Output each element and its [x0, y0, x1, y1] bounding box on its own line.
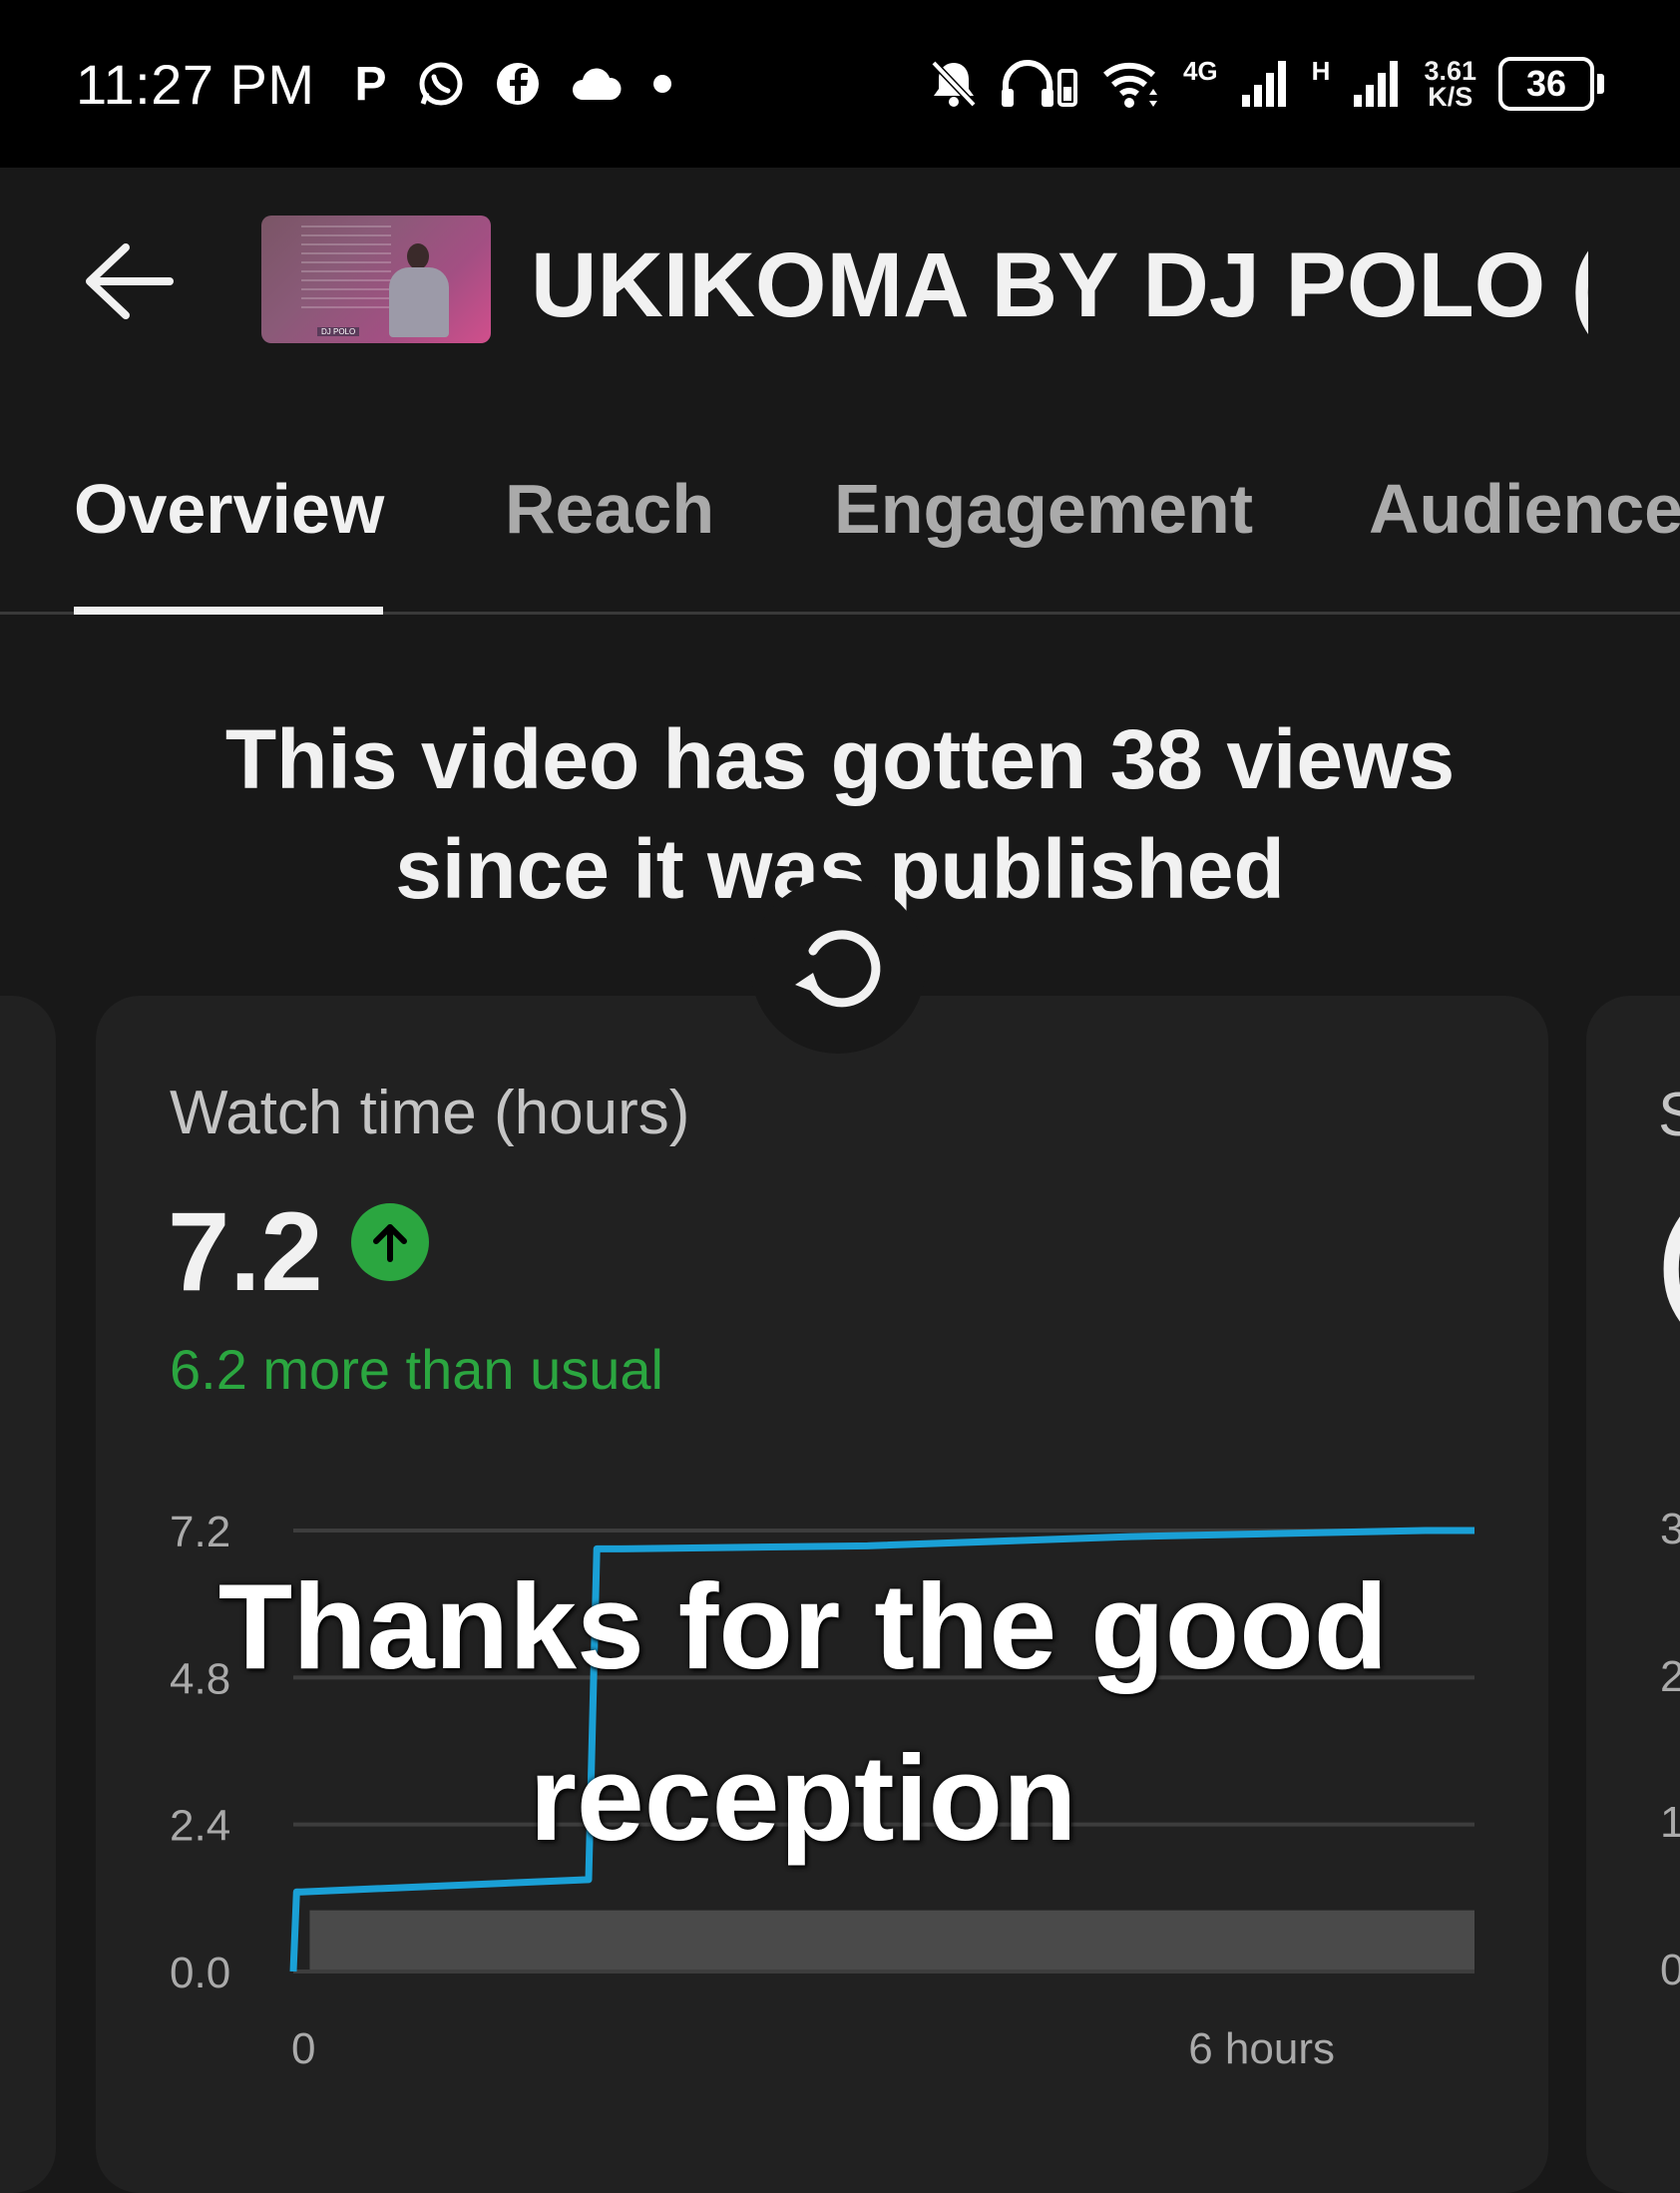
facebook-icon [495, 61, 541, 107]
cloud-icon [571, 66, 623, 102]
trend-up-badge [351, 1203, 429, 1281]
active-tab-indicator [74, 607, 383, 615]
mute-icon [930, 59, 978, 109]
next-card-label: S [1658, 1081, 1680, 1149]
next-card-tick: 3 [1660, 1505, 1680, 1553]
notification-icons: P [355, 57, 672, 112]
back-button[interactable] [82, 241, 174, 321]
refresh-icon [795, 930, 881, 1008]
network-type-1: 4G [1182, 56, 1218, 86]
arrow-up-icon [373, 1224, 407, 1262]
battery-level: 36 [1498, 57, 1594, 111]
battery-tip [1597, 74, 1604, 94]
refresh-button[interactable] [750, 878, 926, 1054]
back-arrow-icon [86, 243, 174, 319]
tab-engagement[interactable]: Engagement [834, 469, 1253, 549]
headphones-icon [1000, 57, 1079, 111]
battery-indicator: 36 [1498, 57, 1604, 111]
next-card-value: ( [1658, 1195, 1680, 1324]
thumbnail-person-body [389, 267, 449, 337]
metric-label: Watch time (hours) [170, 1079, 690, 1147]
metric-value: 7.2 [168, 1189, 323, 1314]
app-header: DJ POLO UKIKOMA BY DJ POLO (... [0, 168, 1680, 395]
network-type-2: H [1311, 56, 1331, 86]
caption-line-2: reception [529, 1730, 1077, 1866]
thumbnail-person [407, 243, 429, 269]
signal-icon [1352, 59, 1402, 109]
next-card-tick: 1 [1660, 1798, 1680, 1847]
thumbnail-text-lines [301, 225, 391, 315]
status-bar: 11:27 PM P 4G H 3.61 K/S 36 [0, 0, 1680, 168]
video-thumbnail[interactable]: DJ POLO [261, 216, 491, 343]
speed-unit: K/S [1428, 82, 1473, 112]
metric-delta: 6.2 more than usual [170, 1338, 663, 1401]
dot-icon [652, 74, 672, 94]
speed-value: 3.61 [1424, 56, 1476, 86]
headline-line-1: This video has gotten 38 views [224, 712, 1456, 806]
next-card-tick: 0 [1660, 1946, 1680, 1994]
system-icons: 4G H 3.61 K/S 36 [930, 0, 1604, 168]
signal-icon [1240, 59, 1290, 109]
tab-bar: Overview Reach Engagement Audience [0, 459, 1680, 615]
caption-overlay: Thanks for the good reception [0, 1540, 1606, 1884]
video-title: UKIKOMA BY DJ POLO (... [531, 234, 1588, 336]
caption-line-1: Thanks for the good [217, 1558, 1389, 1694]
wifi-icon [1101, 59, 1161, 109]
thumbnail-tag: DJ POLO [317, 327, 360, 336]
status-time: 11:27 PM [76, 52, 315, 116]
tab-audience[interactable]: Audience [1369, 469, 1680, 549]
tab-overview[interactable]: Overview [74, 469, 384, 549]
tab-reach[interactable]: Reach [505, 469, 714, 549]
next-card-tick: 2 [1660, 1652, 1680, 1701]
p-icon: P [354, 57, 387, 111]
network-speed: 3.61 K/S [1424, 56, 1476, 112]
whatsapp-icon [417, 60, 465, 108]
